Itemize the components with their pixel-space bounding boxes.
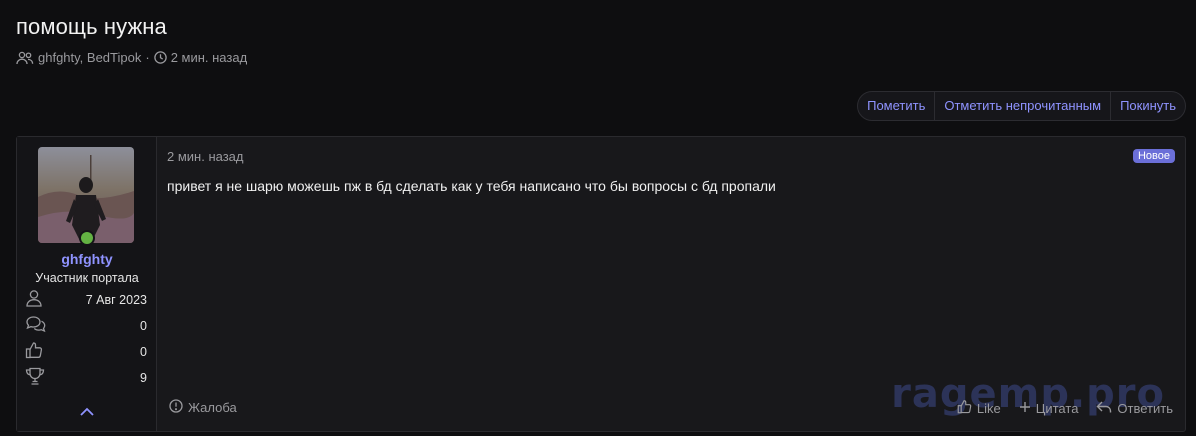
report-link[interactable]: Жалоба bbox=[169, 399, 237, 416]
user-icon bbox=[25, 289, 43, 312]
users-icon bbox=[16, 51, 34, 65]
thumbs-up-icon bbox=[25, 341, 43, 364]
mark-button[interactable]: Пометить bbox=[858, 92, 936, 120]
quote-button[interactable]: Цитата bbox=[1019, 399, 1079, 417]
post-footer: Жалоба Like Цитата Ответить bbox=[157, 399, 1185, 417]
username-link[interactable]: ghfghty bbox=[17, 251, 157, 267]
alert-icon bbox=[169, 399, 183, 416]
stat-points-value: 9 bbox=[140, 371, 147, 385]
report-label: Жалоба bbox=[188, 400, 237, 415]
stat-reactions-value: 0 bbox=[140, 345, 147, 359]
thumbs-up-icon bbox=[957, 399, 972, 417]
meta-separator: · bbox=[145, 50, 150, 65]
stat-reactions: 0 bbox=[25, 341, 147, 363]
comments-icon bbox=[25, 315, 47, 338]
thread-action-bar: Пометить Отметить непрочитанным Покинуть bbox=[857, 91, 1186, 121]
thread-meta: ghfghty, BedTipok · 2 мин. назад bbox=[16, 50, 247, 65]
user-cell: ghfghty Участник портала 7 Авг 2023 0 0 … bbox=[17, 137, 157, 431]
post-actions: Like Цитата Ответить bbox=[957, 399, 1173, 417]
online-status-icon bbox=[79, 230, 95, 246]
new-badge: Новое bbox=[1132, 149, 1175, 163]
stat-joined-value: 7 Авг 2023 bbox=[85, 293, 147, 307]
post-date[interactable]: 2 мин. назад bbox=[167, 149, 243, 164]
reply-label: Ответить bbox=[1117, 400, 1173, 416]
like-label: Like bbox=[976, 400, 1001, 416]
stat-joined: 7 Авг 2023 bbox=[25, 289, 147, 311]
avatar[interactable] bbox=[38, 147, 134, 243]
post-body: привет я не шарю можешь пж в бд сделать … bbox=[167, 178, 776, 194]
quote-label: Цитата bbox=[1035, 400, 1079, 416]
stat-points: 9 bbox=[25, 367, 147, 389]
like-button[interactable]: Like bbox=[957, 399, 1001, 417]
reply-icon bbox=[1096, 400, 1112, 417]
thread-participants[interactable]: ghfghty, BedTipok bbox=[38, 50, 141, 65]
stat-messages-value: 0 bbox=[140, 319, 147, 333]
reply-button[interactable]: Ответить bbox=[1096, 399, 1173, 417]
mark-unread-button[interactable]: Отметить непрочитанным bbox=[935, 92, 1112, 120]
thread-time[interactable]: 2 мин. назад bbox=[171, 50, 247, 65]
user-title: Участник портала bbox=[35, 271, 139, 285]
trophy-icon bbox=[25, 367, 45, 390]
post: ghfghty Участник портала 7 Авг 2023 0 0 … bbox=[16, 136, 1186, 432]
clock-icon bbox=[153, 51, 167, 64]
thread-header: помощь нужна ghfghty, BedTipok · 2 мин. … bbox=[16, 14, 247, 65]
message-cell: 2 мин. назад Новое привет я не шарю може… bbox=[157, 137, 1185, 431]
leave-button[interactable]: Покинуть bbox=[1111, 92, 1185, 120]
stat-messages: 0 bbox=[25, 315, 147, 337]
page-title: помощь нужна bbox=[16, 14, 167, 39]
collapse-chevron-icon[interactable] bbox=[79, 405, 95, 417]
plus-icon bbox=[1019, 401, 1031, 416]
